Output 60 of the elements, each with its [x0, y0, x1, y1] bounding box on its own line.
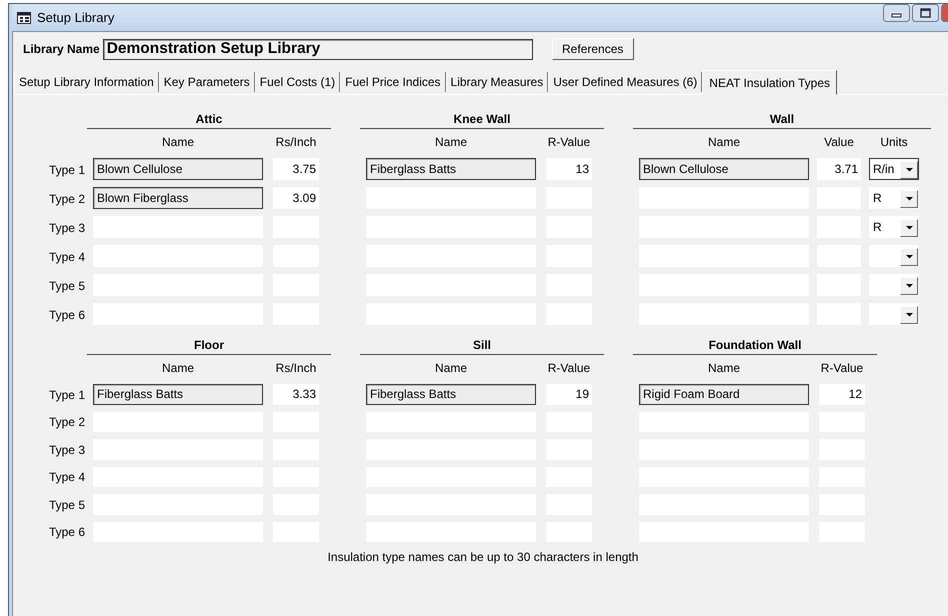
- section-heading: Wall: [770, 112, 794, 126]
- row-label: Type 3: [48, 220, 85, 236]
- column-heading: Rs/Inch: [274, 360, 318, 377]
- name-field[interactable]: Fiberglass Batts: [366, 384, 536, 404]
- row-label: Type 6: [48, 306, 85, 324]
- references-button[interactable]: References: [552, 38, 634, 60]
- tab[interactable]: Fuel Price Indices: [340, 72, 446, 92]
- row-label: Type 5: [48, 278, 85, 294]
- units-dropdown[interactable]: R: [869, 187, 919, 209]
- tab[interactable]: NEAT Insulation Types: [702, 70, 838, 95]
- tab[interactable]: Key Parameters: [158, 72, 255, 92]
- row-label: Type 3: [48, 442, 85, 459]
- tab[interactable]: User Defined Measures (6): [548, 72, 702, 92]
- library-name-field[interactable]: Demonstration Setup Library: [102, 38, 533, 60]
- hint-text: Insulation type names can be up to 30 characters in length: [328, 550, 638, 564]
- section-heading: Knee Wall: [454, 112, 510, 126]
- tab[interactable]: Setup Library Information: [14, 72, 159, 92]
- units-dropdown[interactable]: R/in: [869, 158, 919, 180]
- name-field[interactable]: Rigid Foam Board: [639, 384, 809, 404]
- units-dropdown[interactable]: R: [869, 216, 919, 238]
- row-label: Type 5: [48, 496, 85, 514]
- row-label: Type 4: [48, 469, 85, 486]
- section-heading: Attic: [196, 112, 222, 126]
- column-heading: R-Value: [546, 134, 592, 151]
- section-heading: Sill: [472, 338, 491, 352]
- row-label: Type 2: [48, 414, 85, 432]
- value-field[interactable]: 13: [546, 158, 592, 180]
- value-field[interactable]: 12: [819, 384, 865, 404]
- row-label: Type 4: [48, 248, 85, 266]
- name-field[interactable]: Fiberglass Batts: [366, 158, 536, 180]
- column-heading: Rs/Inch: [274, 134, 318, 151]
- window-title: Setup Library: [37, 10, 114, 25]
- column-heading: Name: [706, 360, 741, 377]
- column-heading: R-Value: [546, 360, 592, 377]
- column-heading: Name: [160, 360, 195, 377]
- name-field[interactable]: Blown Fiberglass: [93, 187, 263, 209]
- tab[interactable]: Fuel Costs (1): [254, 72, 340, 92]
- row-label: Type 6: [48, 524, 85, 542]
- row-label: Type 1: [48, 162, 85, 178]
- column-heading: Name: [706, 134, 741, 151]
- value-field[interactable]: 3.33: [273, 384, 319, 404]
- name-field[interactable]: Fiberglass Batts: [93, 384, 263, 404]
- section-heading: Foundation Wall: [708, 338, 802, 352]
- field-label: Library Name: [23, 42, 100, 56]
- section-heading: Floor: [194, 338, 224, 352]
- column-heading: Units: [879, 134, 909, 151]
- column-heading: Name: [434, 360, 468, 377]
- row-label: Type 1: [48, 386, 85, 404]
- row-label: Type 2: [48, 190, 85, 208]
- column-heading: Name: [434, 134, 468, 151]
- value-field[interactable]: 3.09: [273, 187, 319, 209]
- name-field[interactable]: Blown Cellulose: [93, 158, 263, 180]
- value-field[interactable]: 3.75: [273, 158, 319, 180]
- value-field[interactable]: 19: [546, 384, 592, 404]
- column-heading: R-Value: [820, 360, 864, 377]
- tab[interactable]: Library Measures: [446, 72, 548, 92]
- column-heading: Name: [160, 134, 195, 151]
- name-field[interactable]: Blown Cellulose: [639, 158, 809, 180]
- column-heading: Value: [823, 134, 855, 151]
- value-field[interactable]: 3.71: [817, 158, 861, 180]
